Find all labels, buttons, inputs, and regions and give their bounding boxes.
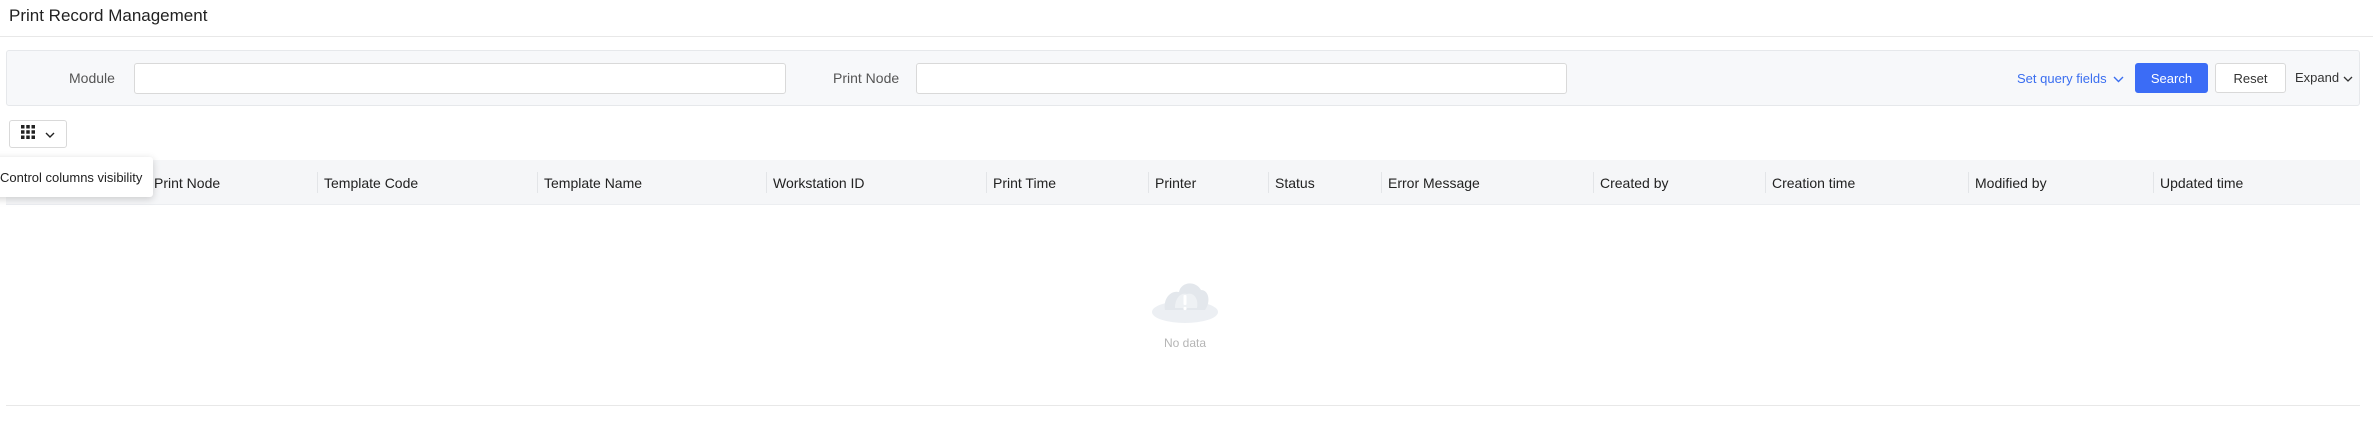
page-title: Print Record Management [9,6,208,25]
empty-state-text: No data [1163,336,1207,350]
reset-button[interactable]: Reset [2215,63,2286,93]
table-header: Module Print Node Template Code Template… [6,160,2360,205]
column-header-created-by[interactable]: Created by [1593,160,1765,205]
print-record-page: Print Record Management Module Print Nod… [0,0,2373,445]
empty-state-icon [1145,268,1225,333]
column-header-error-message[interactable]: Error Message [1381,160,1593,205]
chevron-down-icon [2343,70,2353,85]
column-header-template-code[interactable]: Template Code [317,160,537,205]
module-label: Module [69,70,115,86]
column-header-modified-by[interactable]: Modified by [1968,160,2153,205]
query-panel: Module Print Node Set query fields Searc… [6,50,2360,106]
set-query-fields-link[interactable]: Set query fields [2017,71,2124,86]
column-visibility-button[interactable] [9,120,67,148]
column-header-print-time[interactable]: Print Time [986,160,1148,205]
column-header-template-name[interactable]: Template Name [537,160,766,205]
column-header-status[interactable]: Status [1268,160,1381,205]
chevron-down-icon [45,125,55,143]
column-header-printer[interactable]: Printer [1148,160,1268,205]
column-header-updated-time[interactable]: Updated time [2153,160,2360,205]
table-bottom-divider [6,405,2360,406]
module-input[interactable] [134,63,786,94]
set-query-fields-label: Set query fields [2017,71,2107,86]
expand-label: Expand [2295,70,2340,85]
column-visibility-tooltip: Control columns visibility [0,157,153,197]
chevron-down-icon [2113,71,2124,86]
print-node-label: Print Node [833,70,900,86]
grid-icon [21,124,35,144]
search-button[interactable]: Search [2135,63,2208,93]
column-header-creation-time[interactable]: Creation time [1765,160,1968,205]
print-node-input[interactable] [916,63,1567,94]
column-header-print-node[interactable]: Print Node [147,160,317,205]
title-divider [0,36,2373,37]
expand-toggle[interactable]: Expand [2295,70,2353,85]
column-header-workstation-id[interactable]: Workstation ID [766,160,986,205]
